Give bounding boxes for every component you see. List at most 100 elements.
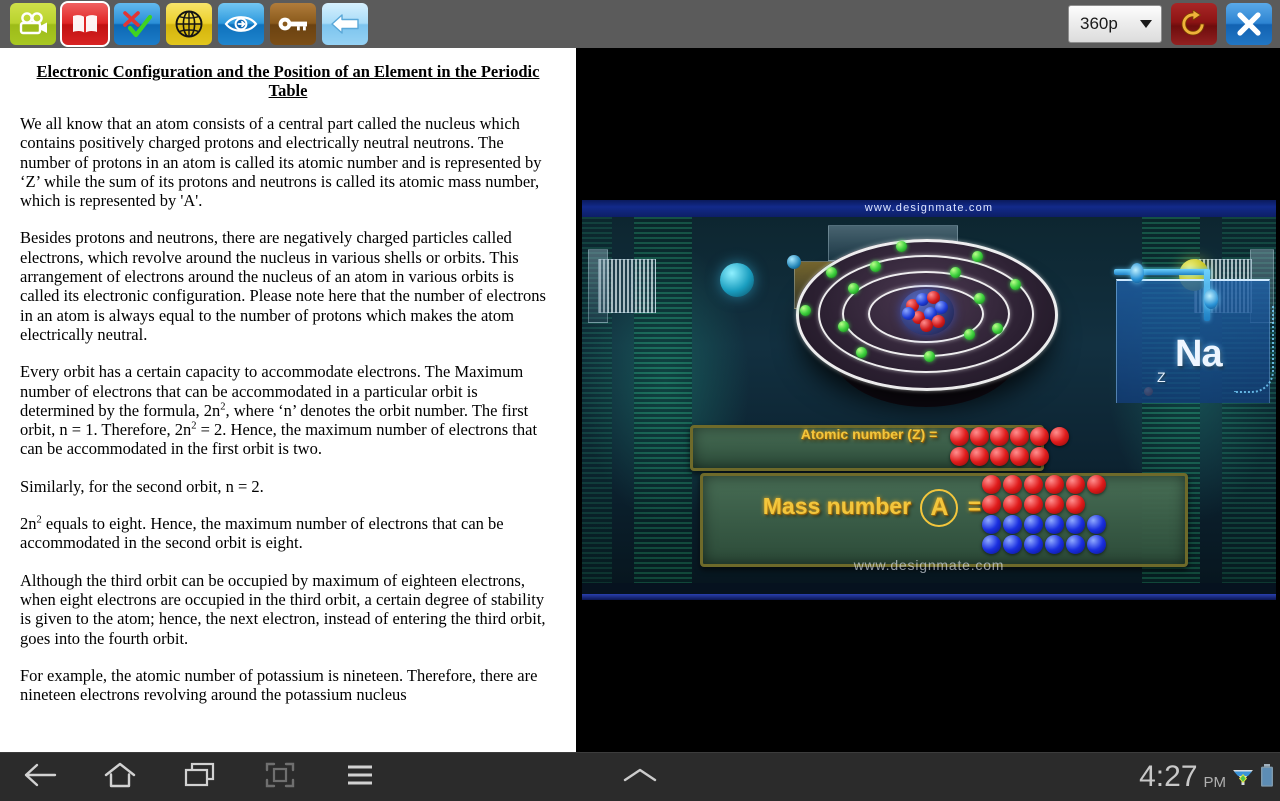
proton [920,319,933,332]
lesson-paragraph: For example, the atomic number of potass… [20,665,538,705]
element-symbol: Na [1175,333,1223,375]
nav-back-button[interactable] [0,753,80,801]
electron [848,283,859,294]
lesson-paragraph: Besides protons and neutrons, there are … [20,228,546,344]
proton [982,475,1001,494]
chevron-up-icon [621,765,659,790]
lesson-paragraph: 2n2 equals to eight. Hence, the maximum … [20,514,504,553]
superscript: 2 [191,420,197,432]
neutron [1024,515,1043,534]
proton [1030,427,1049,446]
bg-panel [588,249,608,323]
status-area[interactable]: 4:27 PM [1139,753,1274,801]
nav-menu-icon [345,764,375,791]
na-circuit-trace [1234,305,1274,393]
quality-select[interactable]: 360p [1068,5,1162,43]
nav-home-icon [103,761,137,794]
replay-icon [1179,10,1209,38]
android-navigation-bar: 4:27 PM [0,752,1280,801]
globe-icon [174,9,204,39]
neutron [1066,535,1085,554]
video-frame[interactable]: www.designmate.com Na Z Atomic number (Z… [582,200,1276,600]
nav-expand-button[interactable] [600,753,680,801]
neutron [982,535,1001,554]
close-button[interactable] [1226,3,1272,45]
check-cross-icon [121,10,153,38]
nav-menu-button[interactable] [320,753,400,801]
key-icon [277,15,309,33]
toolbar-button-group [0,1,368,47]
na-joint-icon [1130,263,1144,283]
electron [838,321,849,332]
neutron [1045,515,1064,534]
electron [972,251,983,262]
neutron [1066,515,1085,534]
electron [950,267,961,278]
globe-icon-button[interactable] [166,3,212,45]
proton [932,315,945,328]
replay-button[interactable] [1171,3,1217,45]
nav-recents-button[interactable] [160,753,240,801]
proton [982,495,1001,514]
mass-number-neutrons [982,515,1107,554]
nav-screenshot-button[interactable] [240,753,320,801]
video-frame-edge [582,594,1276,600]
proton [1066,475,1085,494]
watermark-top: www.designmate.com [582,200,1276,217]
proton [990,447,1009,466]
electron [870,261,881,272]
electron [992,323,1003,334]
video-icon-button[interactable] [10,3,56,45]
mass-number-equals: = [967,493,982,520]
proton [1087,475,1106,494]
proton [950,447,969,466]
mass-number-protons [982,475,1107,514]
superscript: 2 [36,514,42,526]
proton [1030,447,1049,466]
atomic-number-protons [950,427,1069,466]
neutron [1003,535,1022,554]
proton [1066,495,1085,514]
proton [1003,495,1022,514]
proton [1024,495,1043,514]
superscript: 2 [220,401,226,413]
neutron [1045,535,1064,554]
electron [924,351,935,362]
proton [950,427,969,446]
quiz-icon-button[interactable] [114,3,160,45]
battery-icon [1260,763,1274,793]
neutron [1024,535,1043,554]
proton [1050,427,1069,446]
watermark-bottom: www.designmate.com [853,557,1005,573]
electron [800,305,811,316]
eye-icon-button[interactable] [218,3,264,45]
lesson-text-panel[interactable]: Electronic Configuration and the Positio… [0,48,576,752]
book-icon-button[interactable] [60,1,110,47]
neutron [1003,515,1022,534]
atom-animation [796,239,1058,419]
nav-back-icon [23,762,57,793]
clock-ampm: PM [1203,773,1227,791]
signal-icon [1232,765,1254,792]
eye-icon [224,13,258,35]
back-arrow-icon-button[interactable] [322,3,368,45]
element-z-label: Z [1157,369,1166,385]
video-icon [18,12,48,36]
neutron [1087,535,1106,554]
proton [1045,495,1064,514]
toolbar-right-group: 360p [1068,0,1272,48]
quality-value: 360p [1080,14,1118,33]
video-player-panel[interactable]: www.designmate.com Na Z Atomic number (Z… [576,48,1280,752]
neutron [982,515,1001,534]
electron [974,293,985,304]
electron [896,241,907,252]
proton [1045,475,1064,494]
lesson-paragraph: We all know that an atom consists of a c… [20,114,542,211]
key-icon-button[interactable] [270,3,316,45]
proton [1024,475,1043,494]
nav-home-button[interactable] [80,753,160,801]
top-toolbar: 360p [0,0,1280,48]
close-icon [1235,10,1263,38]
chevron-down-icon [1140,20,1152,28]
electron [1010,279,1021,290]
